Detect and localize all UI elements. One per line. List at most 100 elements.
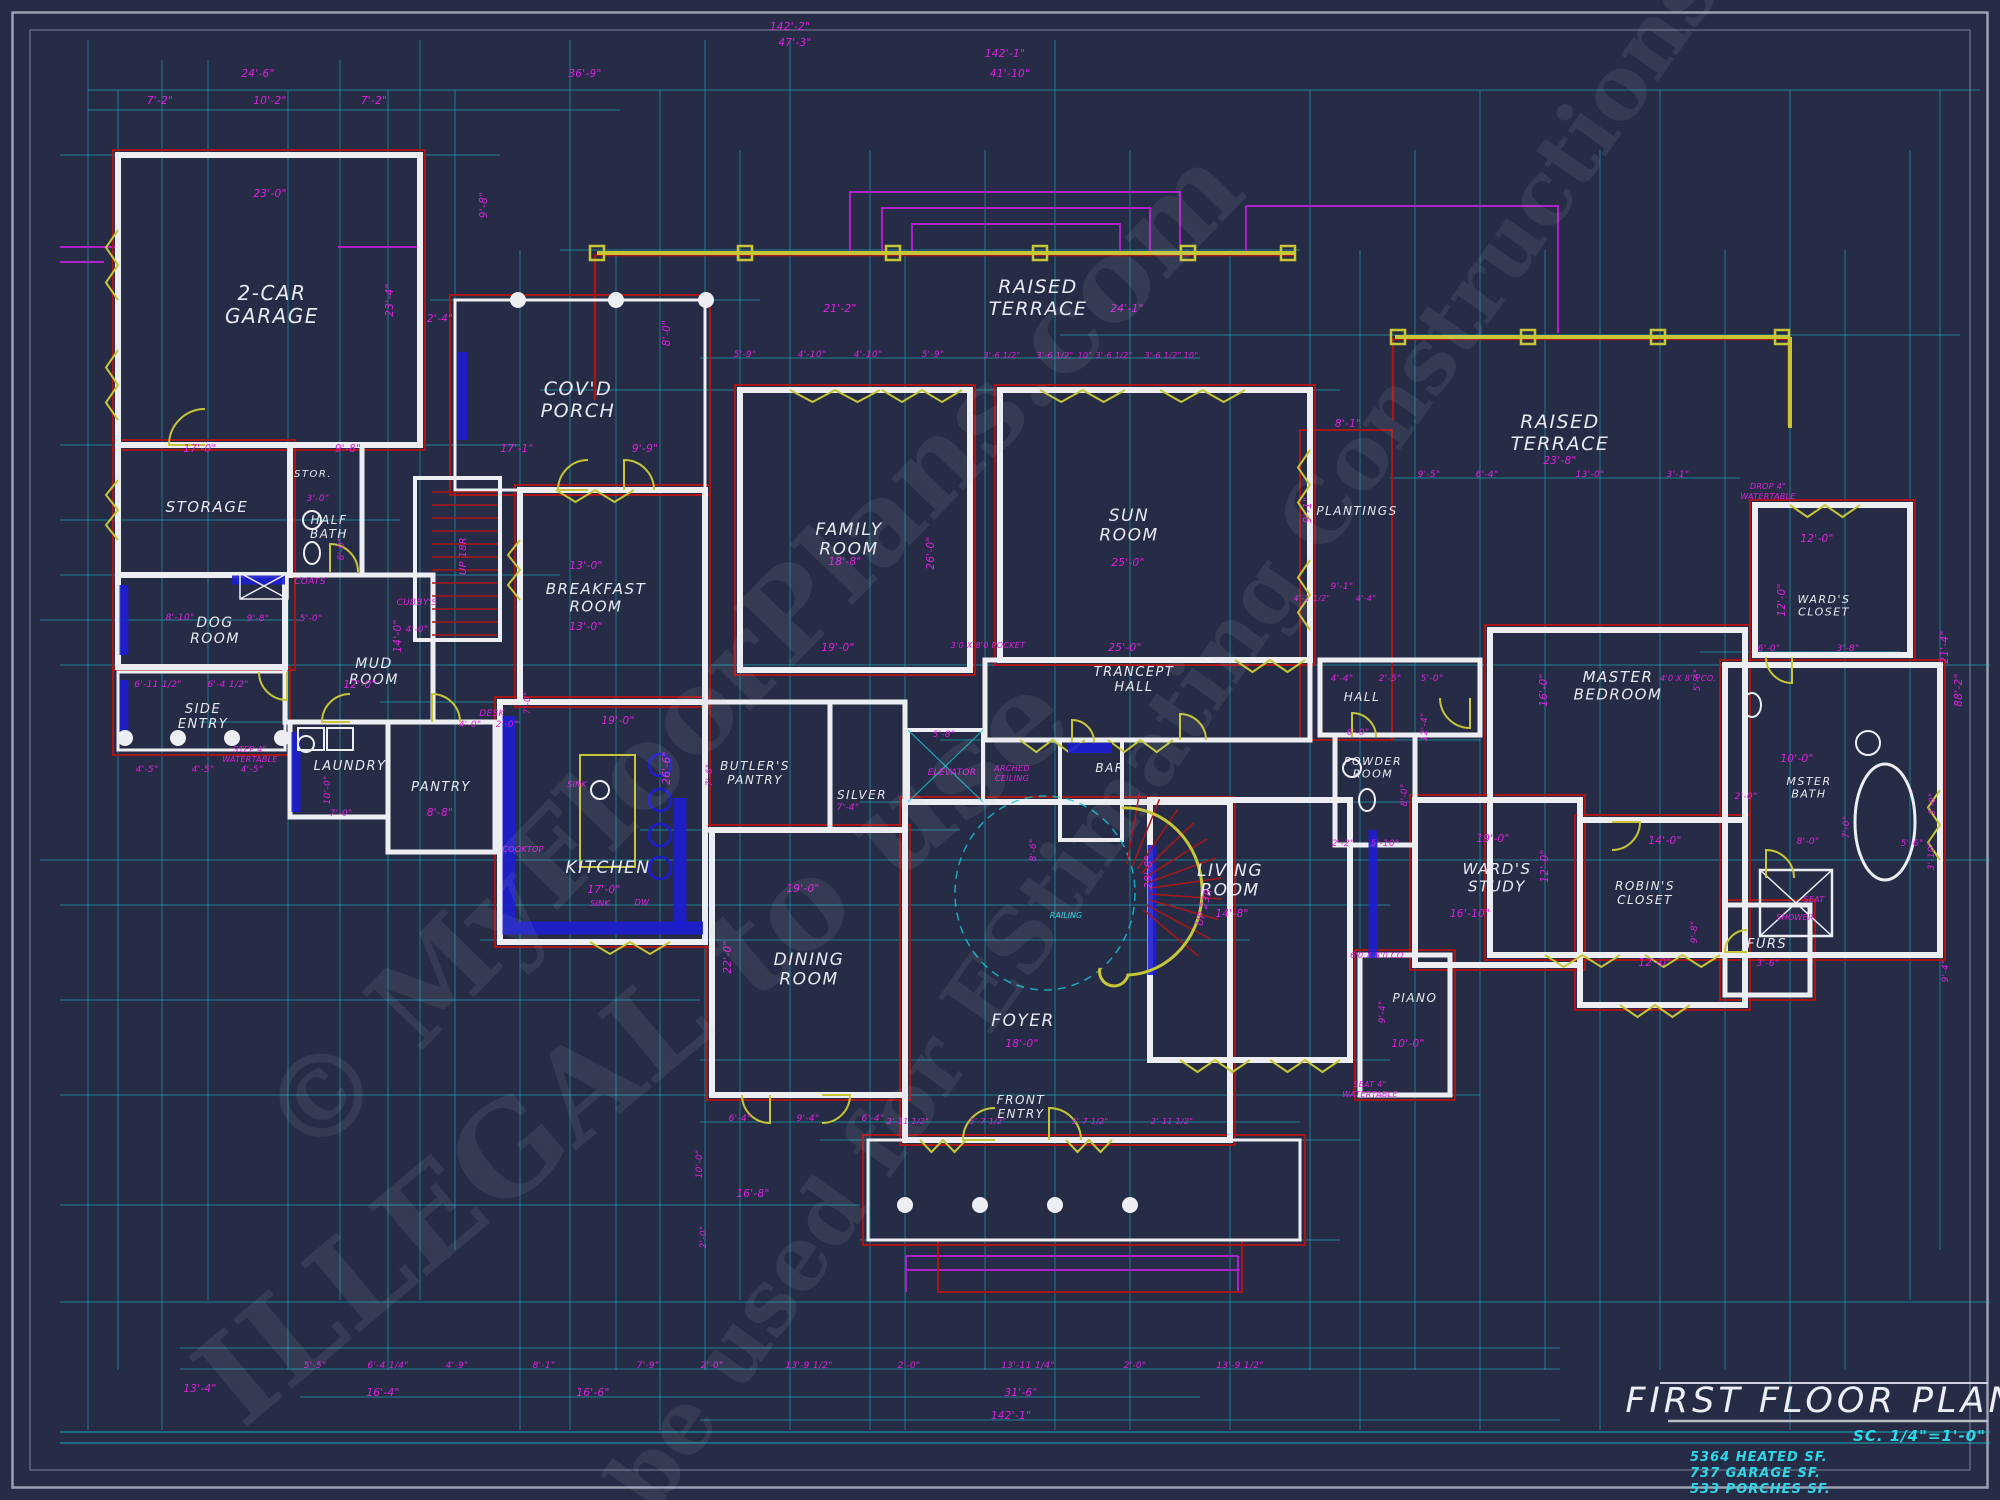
dim-label: 5'-7 1/2" xyxy=(969,1117,1006,1126)
dim-label: 13'-0" xyxy=(569,621,602,633)
dim-label: 5'-0" xyxy=(1421,674,1444,684)
dim-label: 2'-4" xyxy=(427,313,453,325)
room-label-wards-closet: WARD'SCLOSET xyxy=(1798,593,1851,619)
dim-label: 29'-0" xyxy=(1143,855,1155,888)
dim-label: 8'-0" xyxy=(1400,784,1410,807)
dim-label: 6'-4" xyxy=(1476,470,1499,480)
dim-label: 7'-0" xyxy=(330,809,353,819)
dim-label: 9'-5" xyxy=(1418,470,1441,480)
dim-label: 23'-4" xyxy=(384,283,396,316)
porch-column xyxy=(698,292,714,308)
porch-column xyxy=(1122,1197,1138,1213)
room-label-piano: PIANO xyxy=(1393,991,1438,1005)
dim-label: 25'-0" xyxy=(1111,557,1144,569)
dim-label: 5'-0" xyxy=(300,614,323,624)
room-label-wards-study: WARD'SSTUDY xyxy=(1463,860,1532,895)
dim-label: WATERTABLE xyxy=(1740,492,1796,501)
dim-label: 2'-0" xyxy=(1735,792,1758,802)
dim-label: 16'-6" xyxy=(576,1387,609,1399)
dim-label: 10'-0" xyxy=(323,776,333,805)
room-label-side-entry: SIDEENTRY xyxy=(178,702,228,732)
dim-label: 10'-0" xyxy=(1780,753,1813,765)
dim-label: 41'-10" xyxy=(990,68,1030,80)
dim-label: 14'-0" xyxy=(392,619,404,652)
room-label-robins-closet: ROBIN'SCLOSET xyxy=(1615,879,1675,907)
dim-label: 10" xyxy=(1184,351,1199,360)
dim-label: 4'-5" xyxy=(192,765,215,775)
dim-label: 7'-2" xyxy=(361,95,387,107)
dim-label: 2'-11 1/2" xyxy=(1151,1117,1193,1126)
room-label-master-bath: MSTERBATH xyxy=(1786,775,1831,801)
area-porches: 533 PORCHES SF. xyxy=(1690,1482,1831,1497)
dim-label: 8'-1" xyxy=(533,1361,556,1371)
porch-column xyxy=(274,730,290,746)
dim-label: 21'-4" xyxy=(1939,630,1951,663)
dim-label: 13'-0" xyxy=(569,560,602,572)
dim-label: 31'-6" xyxy=(1004,1387,1037,1399)
dim-label: 36'-9" xyxy=(568,68,601,80)
dim-label: 5'-6" xyxy=(1693,669,1703,692)
dim-label: 13'-11 1/4" xyxy=(1001,1361,1054,1371)
dim-label: 3'-0" xyxy=(1928,793,1938,816)
room-label-raised-terrace-right: RAISEDTERRACE xyxy=(1511,411,1610,455)
blueprint-sheet: 2-CARGARAGECOV'DPORCHRAISEDTERRACERAISED… xyxy=(0,0,2000,1500)
dim-label: 5'-9" xyxy=(734,350,757,360)
dim-label: 9'-8" xyxy=(335,443,361,455)
dim-label: WATERTABLE xyxy=(222,755,278,764)
porch-column xyxy=(170,730,186,746)
dim-label: 142'-2" xyxy=(770,21,810,33)
dim-label: 3'0 X 8'0 POCKET xyxy=(951,641,1026,650)
dim-label: 4'-4" xyxy=(1331,674,1354,684)
dim-label: 17'-1" xyxy=(500,443,533,455)
dim-label: 16'-10" xyxy=(1450,908,1490,920)
dim-label: 10'-0" xyxy=(1391,1038,1424,1050)
room-label-pantry: PANTRY xyxy=(411,780,471,795)
dim-label: 19'-0" xyxy=(1476,833,1509,845)
dim-label: 21'-2" xyxy=(823,303,856,315)
dim-label: 88'-2" xyxy=(1953,673,1965,706)
porch-column xyxy=(224,730,240,746)
plan-scale: SC. 1/4"=1'-0" xyxy=(1853,1427,1986,1445)
dim-label: 2'-0" xyxy=(699,1226,709,1249)
dim-label: 17'-0" xyxy=(183,443,216,455)
dim-label: COATS xyxy=(294,577,326,587)
room-label-dog-room: DOGROOM xyxy=(190,615,240,647)
dim-label: DW xyxy=(635,898,650,907)
dim-label: 16'-0" xyxy=(1538,673,1550,706)
dim-label: 12'-0" xyxy=(1776,583,1788,616)
dim-label: 6'-0" xyxy=(1758,644,1781,654)
dim-label: 142'-1" xyxy=(991,1410,1031,1422)
dim-label: 13'-9 1/2" xyxy=(785,1361,832,1371)
dim-label: 16'-8" xyxy=(736,1188,769,1200)
dim-label: 5'-6" xyxy=(1901,839,1924,849)
dim-label: 2'-0" xyxy=(496,720,519,730)
dim-label: 4'0 X 8'0 CO. xyxy=(1660,674,1716,683)
dim-label: 16'-4" xyxy=(366,1387,399,1399)
dim-label: 47'-3" xyxy=(778,37,811,49)
dim-label: 13'-9 1/2" xyxy=(1216,1361,1263,1371)
dim-label: 4'-5" xyxy=(241,765,264,775)
dim-label: 4'-9" xyxy=(446,1361,469,1371)
dim-label: 14'-8" xyxy=(1215,908,1248,920)
dim-label: 9'-4" xyxy=(797,1114,820,1124)
dim-label: CUBBY'S xyxy=(397,598,438,608)
dim-label: 2'-5" xyxy=(1379,674,1402,684)
dim-label: 23'-8" xyxy=(1543,455,1576,467)
dim-label: 2'-2" xyxy=(1332,839,1355,849)
dim-label: 4'-0" xyxy=(459,720,482,730)
dim-label: 5'-7 1/2" xyxy=(1071,1117,1108,1126)
dim-label: 8'-10" xyxy=(166,613,195,623)
dim-label: SHOWER xyxy=(1776,913,1814,922)
dim-label: 12'-0" xyxy=(1638,957,1671,969)
dim-label: 12'-0" xyxy=(343,679,376,691)
dim-label: 3'-6" xyxy=(1757,959,1780,969)
dim-label: 9'-4" xyxy=(1378,1001,1388,1024)
dim-label: 7'-0" xyxy=(1842,816,1852,839)
dim-label: 9'-8" xyxy=(247,614,270,624)
dim-label: 8'-0" xyxy=(1797,837,1820,847)
dim-label: 4'-10" xyxy=(854,350,883,360)
dim-label: 9'-1" xyxy=(1331,582,1354,592)
dim-label: 4'-4" xyxy=(1356,594,1376,603)
dim-label: 14'-0" xyxy=(1648,835,1681,847)
dim-label: 23'-0" xyxy=(253,188,286,200)
